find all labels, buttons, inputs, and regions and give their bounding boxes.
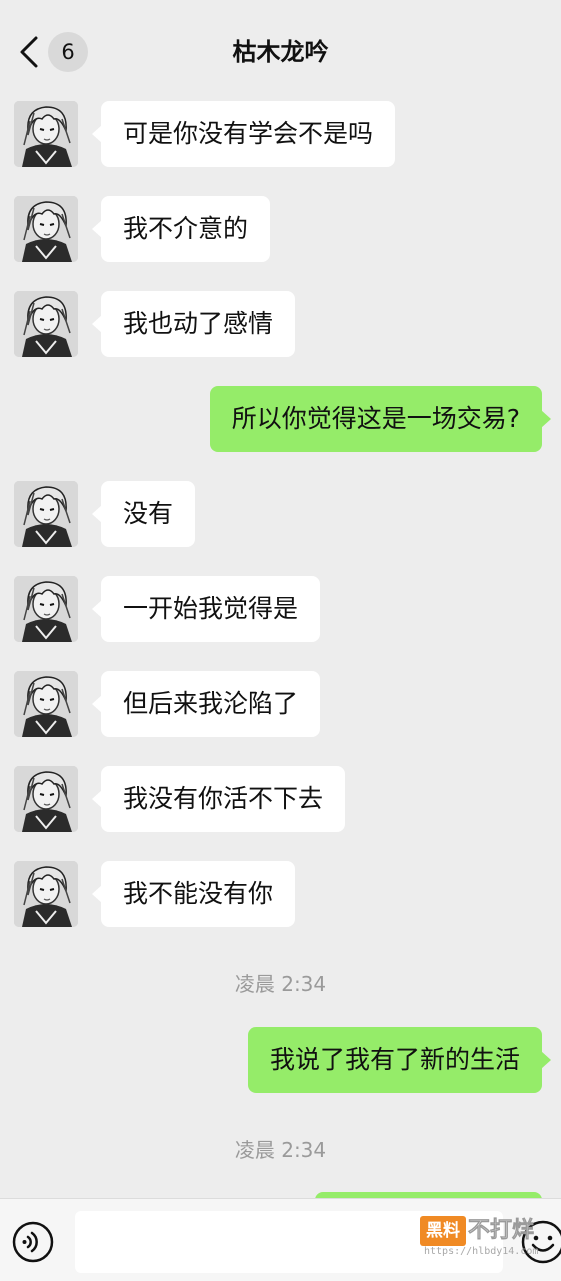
watermark-badge: 黑料 [420,1216,466,1246]
message-row: 我没有你活不下去 [0,766,561,834]
avatar[interactable] [14,861,78,927]
outgoing-bubble[interactable]: 所以你觉得这是一场交易? [209,386,552,452]
avatar-image [14,101,78,167]
message-row: 我不能没有你 [0,861,561,929]
incoming-bubble[interactable]: 我不能没有你 [91,861,296,927]
avatar-image [14,576,78,642]
message-row: 可是你没有学会不是吗 [0,101,561,169]
incoming-bubble[interactable]: 但后来我沦陷了 [91,671,321,737]
avatar[interactable] [14,481,78,547]
outgoing-bubble[interactable]: 我说了我有了新的生活 [247,1027,552,1093]
timestamp: 凌晨 2:34 [234,972,327,996]
watermark: 黑料 不打烊 https://hlbdy14.com [420,1216,538,1264]
incoming-bubble[interactable]: 我也动了感情 [91,291,296,357]
incoming-bubble[interactable]: 没有 [91,481,196,547]
avatar[interactable] [14,766,78,832]
avatar[interactable] [14,196,78,262]
timestamp: 凌晨 2:34 [234,1138,327,1162]
message-row: 但后来我沦陷了 [0,671,561,739]
avatar-image [14,861,78,927]
avatar-image [14,671,78,737]
message-row: 我说了我有了新的生活 [0,1027,561,1095]
chat-title: 枯木龙吟 [232,38,329,66]
incoming-bubble[interactable]: 我没有你活不下去 [91,766,346,832]
avatar[interactable] [14,101,78,167]
message-row: 一开始我觉得是 [0,576,561,644]
avatar-image [14,766,78,832]
incoming-bubble[interactable]: 一开始我觉得是 [91,576,321,642]
incoming-bubble[interactable]: 可是你没有学会不是吗 [91,101,396,167]
avatar-image [14,291,78,357]
avatar[interactable] [14,671,78,737]
avatar[interactable] [14,291,78,357]
message-row: 我不介意的 [0,196,561,264]
watermark-url: https://hlbdy14.com [424,1246,539,1257]
avatar[interactable] [14,576,78,642]
message-row: 所以你觉得这是一场交易? [0,386,561,454]
watermark-text: 不打烊 [468,1218,535,1244]
message-row: 没有 [0,481,561,549]
chat-header: 6 枯木龙吟 [0,0,561,100]
message-row: 我也动了感情 [0,291,561,359]
voice-icon[interactable] [12,1221,54,1263]
avatar-image [14,481,78,547]
incoming-bubble[interactable]: 我不介意的 [91,196,271,262]
avatar-image [14,196,78,262]
